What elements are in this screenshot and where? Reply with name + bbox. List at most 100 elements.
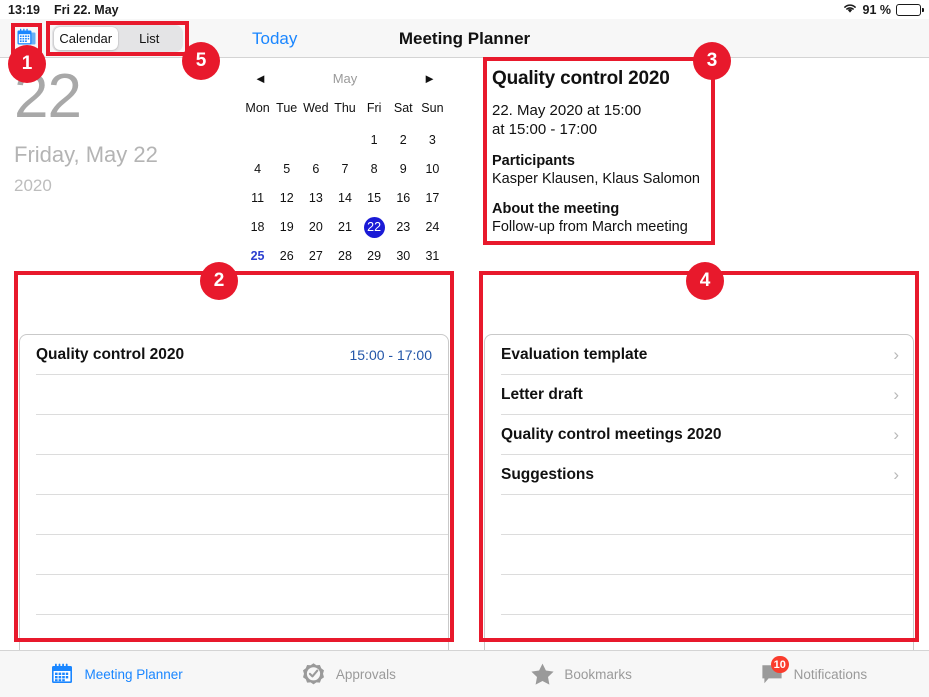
tab-bookmarks[interactable]: Bookmarks <box>465 651 697 697</box>
mini-calendar-day-28[interactable]: 28 <box>330 244 359 269</box>
agenda-header-row[interactable]: Quality control 2020 15:00 - 17:00 <box>20 335 448 374</box>
tab-approvals[interactable]: Approvals <box>232 651 464 697</box>
chevron-right-icon: › <box>893 425 899 444</box>
mini-calendar-day-18[interactable]: 18 <box>243 215 272 240</box>
main-content: 22 Friday, May 22 2020 ◄ May ► Mon Tue Wed… <box>0 58 929 694</box>
mini-calendar-day-14[interactable]: 14 <box>330 186 359 211</box>
mini-calendar-day-label: 24 <box>425 220 440 235</box>
documents-empty-row[interactable] <box>501 495 913 535</box>
status-bar: 13:19 Fri 22. May 91 % <box>0 0 929 19</box>
mini-calendar-day-16[interactable]: 16 <box>389 186 418 211</box>
mini-calendar-weekday-mon: Mon <box>245 101 270 115</box>
mini-calendar-day-13[interactable]: 13 <box>301 186 330 211</box>
mini-calendar-day-25[interactable]: 25 <box>243 244 272 269</box>
mini-calendar-day-1[interactable]: 1 <box>360 128 389 153</box>
document-list-item[interactable]: Quality control meetings 2020 › <box>501 415 913 455</box>
documents-empty-row[interactable] <box>501 575 913 615</box>
mini-calendar-day-30[interactable]: 30 <box>389 244 418 269</box>
mini-calendar-day-15[interactable]: 15 <box>360 186 389 211</box>
agenda-row[interactable] <box>36 574 448 614</box>
mini-calendar-weekday-thu: Thu <box>334 101 356 115</box>
check-seal-icon <box>301 661 327 687</box>
documents-empty-row[interactable] <box>501 615 913 655</box>
mini-calendar-day-label: 15 <box>367 191 382 206</box>
documents-empty-row[interactable] <box>501 535 913 575</box>
date-weekday-month: Friday, May 22 <box>14 142 158 167</box>
mini-calendar-day-label: 23 <box>396 220 411 235</box>
view-mode-segmented-control[interactable]: Calendar List <box>52 25 183 52</box>
mini-calendar-day-label: 28 <box>338 249 352 264</box>
mini-calendar-month-label: May <box>332 70 358 86</box>
mini-calendar-day-7[interactable]: 7 <box>330 157 359 182</box>
mini-calendar-day-20[interactable]: 20 <box>301 215 330 240</box>
notification-badge: 10 <box>770 656 789 673</box>
agenda-card: Quality control 2020 15:00 - 17:00 <box>19 334 449 694</box>
agenda-row[interactable] <box>36 534 448 574</box>
mini-calendar-day-29[interactable]: 29 <box>360 244 389 269</box>
app-root: 13:19 Fri 22. May 91 % Calendar List Tod… <box>0 0 929 697</box>
mini-calendar-day-label: 8 <box>370 162 378 177</box>
tab-label: Notifications <box>793 666 868 682</box>
mini-calendar-weekday-fri: Fri <box>366 101 382 115</box>
calendar-icon[interactable] <box>16 28 37 49</box>
mini-calendar-day-label: 18 <box>250 220 265 235</box>
mini-calendar-day-label: 12 <box>279 191 294 206</box>
segment-calendar[interactable]: Calendar <box>54 27 118 50</box>
mini-calendar-day-4[interactable]: 4 <box>243 157 272 182</box>
mini-calendar-day-19[interactable]: 19 <box>272 215 301 240</box>
mini-calendar-day-label: 3 <box>428 133 436 148</box>
mini-calendar-day-9[interactable]: 9 <box>389 157 418 182</box>
tab-label: Meeting Planner <box>84 666 183 682</box>
chevron-right-icon: › <box>893 345 899 364</box>
mini-calendar-day-6[interactable]: 6 <box>301 157 330 182</box>
document-list-item[interactable]: Evaluation template › <box>501 335 913 375</box>
triangle-right-icon[interactable]: ► <box>423 72 436 85</box>
mini-calendar-day-31[interactable]: 31 <box>418 244 447 269</box>
mini-calendar-blank-cell <box>301 128 330 153</box>
mini-calendar-day-label: 27 <box>308 249 323 264</box>
meeting-detail-panel: Quality control 2020 22. May 2020 at 15:… <box>492 68 707 235</box>
participants-label: Participants <box>492 153 575 169</box>
mini-calendar-day-11[interactable]: 11 <box>243 186 272 211</box>
document-list-item-label: Letter draft <box>501 385 583 403</box>
agenda-row[interactable] <box>36 374 448 414</box>
bottom-tab-bar: Meeting Planner Approvals Bookmarks 10 No… <box>0 650 929 697</box>
mini-calendar-day-label: 17 <box>425 191 440 206</box>
document-list-item[interactable]: Letter draft › <box>501 375 913 415</box>
wifi-icon <box>842 2 858 17</box>
tab-notifications[interactable]: 10 Notifications <box>697 651 929 697</box>
agenda-row[interactable] <box>36 494 448 534</box>
about-value: Follow-up from March meeting <box>492 219 688 235</box>
mini-calendar-day-10[interactable]: 10 <box>418 157 447 182</box>
mini-calendar-day-24[interactable]: 24 <box>418 215 447 240</box>
agenda-empty-rows <box>20 374 448 693</box>
mini-calendar-day-26[interactable]: 26 <box>272 244 301 269</box>
mini-calendar-day-3[interactable]: 3 <box>418 128 447 153</box>
mini-calendar-blank-cell <box>330 128 359 153</box>
agenda-row[interactable] <box>36 614 448 654</box>
mini-calendar-day-label: 19 <box>279 220 294 235</box>
mini-calendar-day-21[interactable]: 21 <box>330 215 359 240</box>
tab-meeting-planner[interactable]: Meeting Planner <box>0 651 232 697</box>
chevron-right-icon: › <box>893 385 899 404</box>
mini-calendar-day-22[interactable]: 22 <box>360 215 389 240</box>
mini-calendar-day-17[interactable]: 17 <box>418 186 447 211</box>
document-list-item-label: Evaluation template <box>501 345 648 363</box>
document-list-item[interactable]: Suggestions › <box>501 455 913 495</box>
mini-calendar-day-8[interactable]: 8 <box>360 157 389 182</box>
meeting-detail-date: 22. May 2020 at 15:00 <box>492 102 642 119</box>
mini-calendar-day-5[interactable]: 5 <box>272 157 301 182</box>
mini-calendar-weekday-tue: Tue <box>276 101 298 115</box>
segment-list[interactable]: List <box>118 27 182 50</box>
agenda-row[interactable] <box>36 414 448 454</box>
mini-calendar-day-label: 25 <box>250 249 265 264</box>
triangle-left-icon[interactable]: ◄ <box>254 72 267 85</box>
mini-calendar-day-27[interactable]: 27 <box>301 244 330 269</box>
mini-calendar-header: ◄ May ► <box>243 68 447 88</box>
mini-calendar-weekday-sat: Sat <box>393 101 413 115</box>
mini-calendar-day-2[interactable]: 2 <box>389 128 418 153</box>
today-button[interactable]: Today <box>252 19 297 58</box>
mini-calendar-day-12[interactable]: 12 <box>272 186 301 211</box>
mini-calendar-day-23[interactable]: 23 <box>389 215 418 240</box>
agenda-row[interactable] <box>36 454 448 494</box>
